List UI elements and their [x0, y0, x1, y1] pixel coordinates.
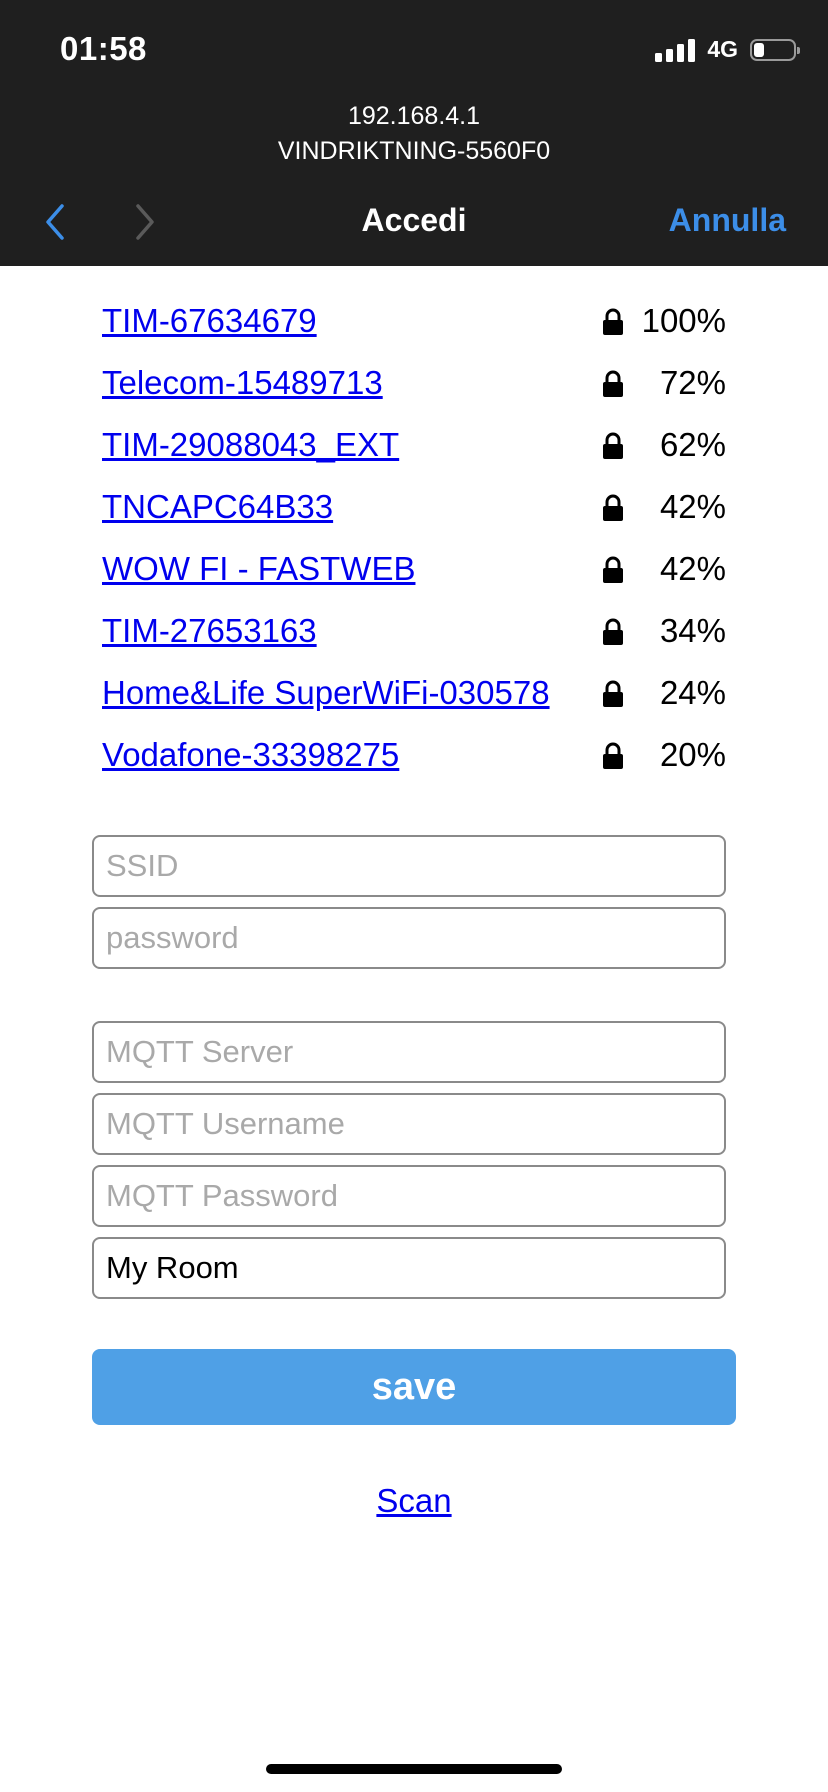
network-link[interactable]: TIM-67634679 — [102, 302, 317, 340]
signal-quality: 42% — [659, 488, 726, 525]
network-list: TIM-67634679 100% Telecom-15489713 72% T… — [102, 300, 726, 796]
lock-icon — [603, 618, 623, 645]
list-item: Telecom-15489713 72% — [102, 362, 726, 424]
network-link[interactable]: WOW FI - FASTWEB — [102, 550, 415, 588]
network-link[interactable]: TIM-27653163 — [102, 612, 317, 650]
signal-quality: 62% — [659, 426, 726, 463]
lock-icon — [603, 370, 623, 397]
battery-icon — [750, 38, 800, 61]
lock-icon — [603, 494, 623, 521]
network-type: 4G — [707, 36, 738, 62]
mqtt-server-input[interactable] — [92, 1021, 726, 1083]
top-bar: 01:58 4G 192.168.4.1 VINDRIKTNING-5560F0… — [0, 0, 828, 266]
list-item: Vodafone-33398275 20% — [102, 734, 726, 796]
room-name-input[interactable] — [92, 1237, 726, 1299]
lock-icon — [603, 556, 623, 583]
network-link[interactable]: Vodafone-33398275 — [102, 736, 399, 774]
network-link[interactable]: TNCAPC64B33 — [102, 488, 333, 526]
page-host: 192.168.4.1 — [347, 102, 481, 130]
ssid-input[interactable] — [92, 835, 726, 897]
status-indicators: 4G — [655, 36, 800, 63]
save-button[interactable]: save — [92, 1349, 736, 1425]
network-link[interactable]: Telecom-15489713 — [102, 364, 383, 402]
signal-quality: 72% — [659, 364, 726, 401]
mqtt-username-input[interactable] — [92, 1093, 726, 1155]
network-link[interactable]: TIM-29088043_EXT — [102, 426, 399, 464]
list-item: Home&Life SuperWiFi-030578 24% — [102, 672, 726, 734]
scan-link[interactable]: Scan — [376, 1482, 451, 1519]
home-indicator — [266, 1764, 562, 1774]
cellular-signal-icon — [655, 38, 696, 62]
signal-quality: 20% — [659, 736, 726, 773]
lock-icon — [603, 742, 623, 769]
list-item: TNCAPC64B33 42% — [102, 486, 726, 548]
signal-quality: 34% — [659, 612, 726, 649]
signal-quality: 100% — [641, 302, 726, 339]
signal-quality: 42% — [659, 550, 726, 587]
scan-link-container: Scan — [0, 1482, 828, 1520]
password-input[interactable] — [92, 907, 726, 969]
battery-level — [754, 42, 764, 57]
list-item: WOW FI - FASTWEB 42% — [102, 548, 726, 610]
lock-icon — [603, 680, 623, 707]
network-link[interactable]: Home&Life SuperWiFi-030578 — [102, 674, 550, 712]
list-item: TIM-67634679 100% — [102, 300, 726, 362]
lock-icon — [603, 308, 623, 335]
status-time: 01:58 — [60, 30, 147, 67]
mqtt-password-input[interactable] — [92, 1165, 726, 1227]
cancel-button[interactable]: Annulla — [669, 202, 786, 239]
list-item: TIM-29088043_EXT 62% — [102, 424, 726, 486]
signal-quality: 24% — [659, 674, 726, 711]
lock-icon — [603, 432, 623, 459]
list-item: TIM-27653163 34% — [102, 610, 726, 672]
page-subtitle: VINDRIKTNING-5560F0 — [277, 137, 551, 165]
